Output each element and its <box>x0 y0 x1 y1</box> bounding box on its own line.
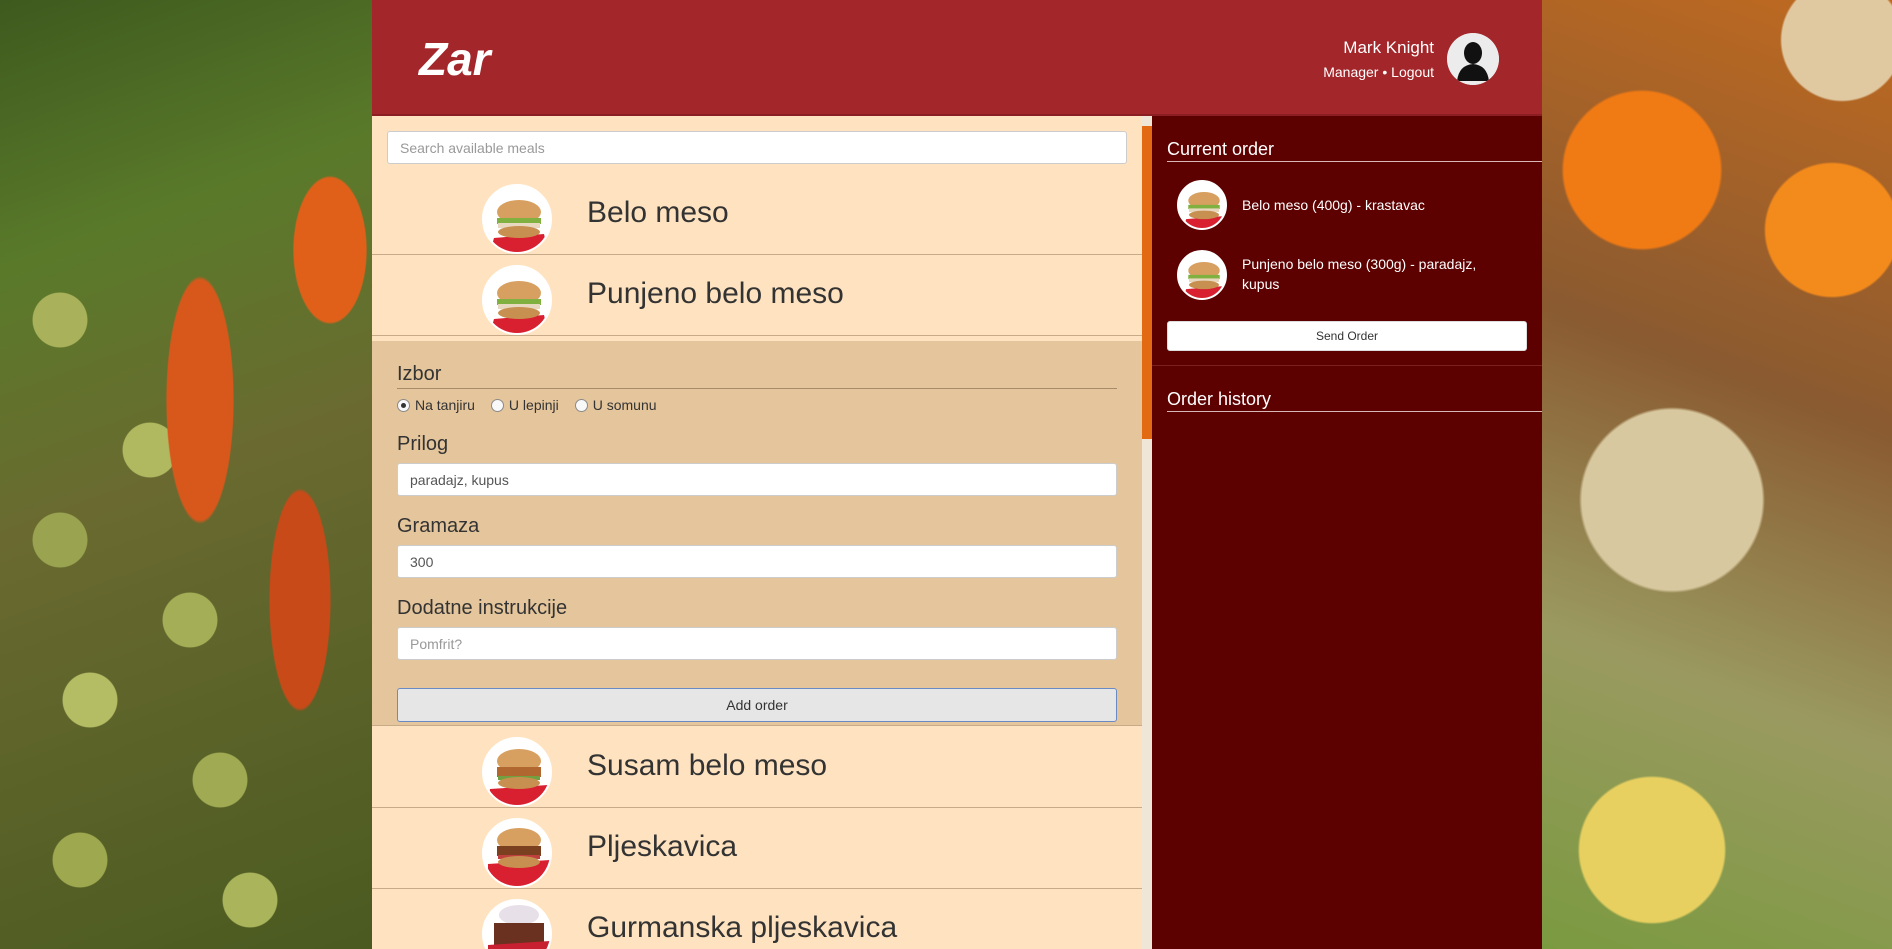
logout-link[interactable]: Logout <box>1391 64 1434 80</box>
user-links: Manager • Logout <box>1323 64 1434 80</box>
choice-legend: Izbor <box>397 363 1117 389</box>
radio-button[interactable] <box>574 398 588 412</box>
choice-radio-group: Na tanjiru U lepinji U somunu <box>397 397 665 413</box>
background-produce-right <box>1542 0 1892 949</box>
meal-name: Gurmanska pljeskavica <box>587 911 898 944</box>
header: Zar Mark Knight Manager • Logout <box>372 0 1542 116</box>
user-role-link[interactable]: Manager <box>1323 64 1378 80</box>
meal-name: Punjeno belo meso <box>587 277 844 310</box>
meal-name: Belo meso <box>587 196 729 229</box>
order-panel: Current order Belo meso (400g) - krastav… <box>1152 116 1542 949</box>
meal-thumbnail <box>482 818 552 888</box>
order-item-thumbnail <box>1177 250 1227 300</box>
app-container: Zar Mark Knight Manager • Logout Search … <box>372 0 1542 949</box>
weight-label: Gramaza <box>397 515 480 537</box>
meal-menu: Belo meso Punjeno belo meso Izbor <box>372 116 1142 949</box>
radio-label: Na tanjiru <box>415 397 475 413</box>
radio-option-u-lepinji[interactable]: U lepinji <box>490 397 559 413</box>
radio-button[interactable] <box>490 398 504 412</box>
add-order-button[interactable]: Add order <box>397 688 1117 722</box>
radio-button[interactable] <box>397 398 410 412</box>
menu-scrollbar-thumb[interactable] <box>1142 126 1152 439</box>
side-input[interactable] <box>397 463 1117 496</box>
send-order-button[interactable]: Send Order <box>1167 321 1527 351</box>
radio-label: U lepinji <box>508 397 559 413</box>
meal-name: Pljeskavica <box>587 830 738 863</box>
radio-option-na-tanjiru[interactable]: Na tanjiru <box>397 397 475 413</box>
order-item-thumbnail <box>1177 180 1227 230</box>
search-wrapper <box>387 131 1127 164</box>
meal-order-form: Izbor Na tanjiru U lepinji U somunu Pril… <box>372 341 1142 726</box>
meal-thumbnail <box>482 737 552 807</box>
meal-thumbnail <box>482 899 552 949</box>
radio-label: U somunu <box>592 397 657 413</box>
meal-item[interactable]: Susam belo meso <box>372 727 1142 808</box>
meal-item-selected[interactable]: Punjeno belo meso <box>372 255 1142 336</box>
user-silhouette-icon[interactable] <box>1447 33 1499 85</box>
meal-item[interactable]: Gurmanska pljeskavica <box>372 889 1142 949</box>
order-item-text: Punjeno belo meso (300g) - paradajz, kup… <box>1242 256 1477 292</box>
current-order-title: Current order <box>1167 139 1542 162</box>
radio-option-u-somunu[interactable]: U somunu <box>574 397 657 413</box>
logo[interactable]: Zar <box>419 32 491 86</box>
background-produce-left <box>0 0 372 949</box>
panel-divider <box>1152 365 1542 366</box>
search-input[interactable] <box>387 131 1127 164</box>
weight-input[interactable] <box>397 545 1117 578</box>
instructions-label: Dodatne instrukcije <box>397 597 568 619</box>
meal-item[interactable]: Pljeskavica <box>372 808 1142 889</box>
instructions-input[interactable] <box>397 627 1117 660</box>
meal-thumbnail <box>482 184 552 254</box>
user-links-separator: • <box>1382 64 1388 80</box>
side-label: Prilog <box>397 433 449 455</box>
order-history-title: Order history <box>1167 389 1542 412</box>
meal-name: Susam belo meso <box>587 749 828 782</box>
order-item-text: Belo meso (400g) - krastavac <box>1242 197 1425 213</box>
user-name: Mark Knight <box>1343 38 1434 57</box>
meal-item[interactable]: Belo meso <box>372 174 1142 255</box>
meal-thumbnail <box>482 265 552 335</box>
